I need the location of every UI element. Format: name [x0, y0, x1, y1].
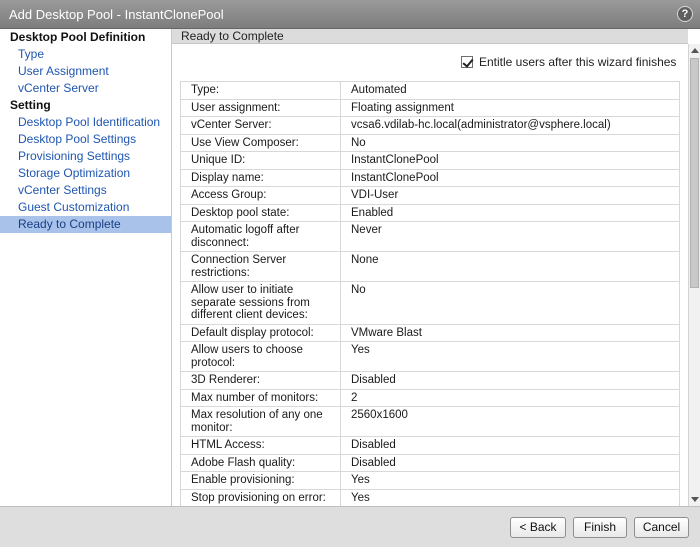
sidebar-section-desktop-pool-definition: Desktop Pool Definition — [10, 30, 146, 44]
summary-key: Allow user to initiate separate sessions… — [180, 281, 341, 325]
summary-value: Disabled — [340, 436, 680, 455]
summary-key: Adobe Flash quality: — [180, 453, 341, 472]
wizard-sidebar: Desktop Pool Definition Type User Assign… — [0, 29, 172, 506]
wizard-footer: < Back Finish Cancel — [0, 506, 700, 547]
summary-value: Yes — [340, 488, 680, 506]
entitle-users-checkbox[interactable] — [461, 56, 473, 68]
window-titlebar: Add Desktop Pool - InstantClonePool ? — [0, 0, 700, 29]
summary-value: No — [340, 133, 680, 152]
summary-value: Yes — [340, 341, 680, 372]
summary-value: Enabled — [340, 203, 680, 222]
window-title: Add Desktop Pool - InstantClonePool — [9, 7, 224, 22]
summary-key: Access Group: — [180, 186, 341, 205]
summary-key: Default display protocol: — [180, 323, 341, 342]
entitle-users-option[interactable]: Entitle users after this wizard finishes — [461, 54, 676, 70]
summary-table: Type: Automated User assignment: Floating a… — [180, 81, 680, 506]
table-row: Access Group: VDI-User — [180, 186, 680, 205]
sidebar-item-desktop-pool-settings[interactable]: Desktop Pool Settings — [0, 131, 171, 148]
sidebar-item-provisioning-settings[interactable]: Provisioning Settings — [0, 148, 171, 165]
entitle-users-label: Entitle users after this wizard finishes — [479, 55, 677, 69]
table-row: User assignment: Floating assignment — [180, 98, 680, 117]
table-row: Automatic logoff after disconnect: Never — [180, 221, 680, 252]
sidebar-item-ready-to-complete[interactable]: Ready to Complete — [0, 216, 171, 233]
sidebar-item-guest-customization[interactable]: Guest Customization — [0, 199, 171, 216]
sidebar-section-setting: Setting — [10, 98, 51, 112]
scrollbar-thumb[interactable] — [690, 58, 699, 288]
sidebar-item-desktop-pool-identification[interactable]: Desktop Pool Identification — [0, 114, 171, 131]
sidebar-item-user-assignment[interactable]: User Assignment — [0, 63, 171, 80]
cancel-button[interactable]: Cancel — [634, 517, 689, 538]
summary-key: Desktop pool state: — [180, 203, 341, 222]
table-row: Stop provisioning on error: Yes — [180, 488, 680, 506]
table-row: vCenter Server: vcsa6.vdilab-hc.local(adm… — [180, 116, 680, 135]
summary-key: Type: — [180, 81, 341, 100]
table-row: 3D Renderer: Disabled — [180, 371, 680, 390]
table-row: Type: Automated — [180, 81, 680, 100]
summary-key: Unique ID: — [180, 151, 341, 170]
sidebar-item-vcenter-server[interactable]: vCenter Server — [0, 80, 171, 97]
sidebar-item-type[interactable]: Type — [0, 46, 171, 63]
sidebar-item-storage-optimization[interactable]: Storage Optimization — [0, 165, 171, 182]
vertical-scrollbar[interactable] — [688, 44, 700, 506]
table-row: Enable provisioning: Yes — [180, 471, 680, 490]
summary-key: 3D Renderer: — [180, 371, 341, 390]
summary-value: No — [340, 281, 680, 325]
summary-value: Floating assignment — [340, 98, 680, 117]
summary-value: Disabled — [340, 453, 680, 472]
sidebar-item-vcenter-settings[interactable]: vCenter Settings — [0, 182, 171, 199]
table-row: Allow user to initiate separate sessions… — [180, 281, 680, 325]
summary-value: vcsa6.vdilab-hc.local(administrator@vsph… — [340, 116, 680, 135]
summary-value: VMware Blast — [340, 323, 680, 342]
table-row: Max resolution of any one monitor: 2560x1… — [180, 406, 680, 437]
wizard-main-panel: Ready to Complete Entitle users after th… — [172, 29, 700, 506]
summary-table-container: Type: Automated User assignment: Floating a… — [180, 81, 680, 506]
table-row: Unique ID: InstantClonePool — [180, 151, 680, 170]
summary-value: 2560x1600 — [340, 406, 680, 437]
summary-value: Yes — [340, 471, 680, 490]
summary-key: Enable provisioning: — [180, 471, 341, 490]
summary-value: Disabled — [340, 371, 680, 390]
table-row: Max number of monitors: 2 — [180, 388, 680, 407]
summary-key: Automatic logoff after disconnect: — [180, 221, 341, 252]
table-row: Use View Composer: No — [180, 133, 680, 152]
summary-key: Display name: — [180, 168, 341, 187]
summary-key: vCenter Server: — [180, 116, 341, 135]
summary-key: Max number of monitors: — [180, 388, 341, 407]
table-row: Allow users to choose protocol: Yes — [180, 341, 680, 372]
summary-key: Allow users to choose protocol: — [180, 341, 341, 372]
table-row: Default display protocol: VMware Blast — [180, 323, 680, 342]
scroll-up-arrow-icon[interactable] — [691, 48, 699, 53]
table-row: Desktop pool state: Enabled — [180, 203, 680, 222]
finish-button[interactable]: Finish — [573, 517, 627, 538]
summary-value: 2 — [340, 388, 680, 407]
table-row: HTML Access: Disabled — [180, 436, 680, 455]
back-button[interactable]: < Back — [510, 517, 566, 538]
summary-value: VDI-User — [340, 186, 680, 205]
summary-key: HTML Access: — [180, 436, 341, 455]
page-title: Ready to Complete — [172, 29, 688, 44]
summary-key: Use View Composer: — [180, 133, 341, 152]
summary-key: Stop provisioning on error: — [180, 488, 341, 506]
table-row: Adobe Flash quality: Disabled — [180, 453, 680, 472]
summary-value: Never — [340, 221, 680, 252]
summary-value: InstantClonePool — [340, 168, 680, 187]
summary-key: User assignment: — [180, 98, 341, 117]
summary-value: None — [340, 251, 680, 282]
scroll-down-arrow-icon[interactable] — [691, 497, 699, 502]
table-row: Connection Server restrictions: None — [180, 251, 680, 282]
help-icon[interactable]: ? — [677, 6, 693, 22]
summary-key: Max resolution of any one monitor: — [180, 406, 341, 437]
summary-value: InstantClonePool — [340, 151, 680, 170]
summary-value: Automated — [340, 81, 680, 100]
table-row: Display name: InstantClonePool — [180, 168, 680, 187]
summary-key: Connection Server restrictions: — [180, 251, 341, 282]
